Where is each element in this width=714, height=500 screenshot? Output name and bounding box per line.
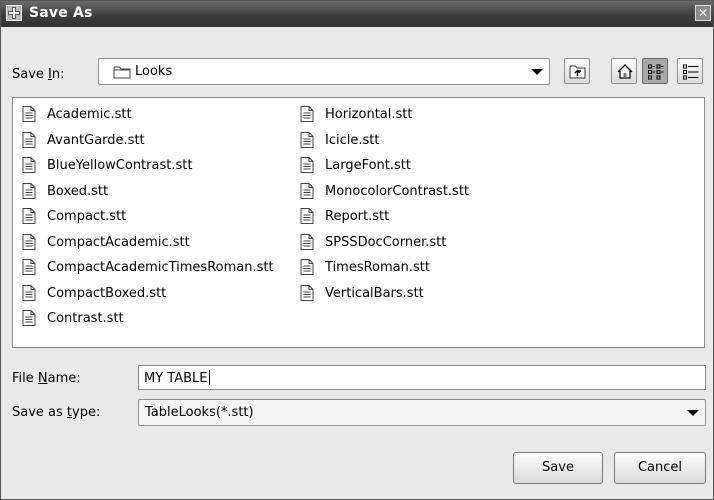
up-one-level-button[interactable] (564, 58, 590, 84)
document-icon (22, 157, 36, 177)
file-name-label-suffix: ame: (47, 371, 81, 386)
document-icon (22, 284, 36, 305)
save-in-dropdown[interactable]: Looks (98, 58, 550, 85)
app-icon (6, 5, 22, 21)
file-name-label-mnemonic: N (37, 371, 48, 386)
list-view-button[interactable] (642, 58, 668, 84)
save-as-dialog: Save As ✕ Save In: Looks Academic.stt Av… (0, 0, 714, 500)
details-view-button[interactable] (677, 58, 703, 84)
save-as-type-value: TableLooks(*.stt) (145, 405, 254, 420)
save-in-label: Save In: (12, 67, 65, 82)
save-as-type-label: Save as type: (12, 405, 100, 420)
file-name-text: Icicle.stt (325, 132, 380, 148)
file-name-text: Contrast.stt (47, 311, 124, 326)
file-name-text: Horizontal.stt (325, 107, 413, 122)
document-icon (22, 310, 36, 330)
close-icon: ✕ (697, 6, 709, 20)
document-icon (22, 106, 36, 126)
cancel-button[interactable]: Cancel (614, 452, 706, 484)
file-name-label: File Name: (12, 371, 81, 386)
file-name-text: LargeFont.stt (325, 158, 411, 173)
document-icon (22, 259, 36, 279)
home-button[interactable] (611, 58, 637, 84)
save-as-type-dropdown[interactable]: TableLooks(*.stt) (138, 399, 706, 426)
document-icon (300, 131, 314, 152)
list-view-icon (648, 64, 664, 80)
text-caret (208, 370, 210, 385)
title-bar[interactable]: Save As ✕ (1, 1, 713, 27)
file-name-text: BlueYellowContrast.stt (47, 158, 193, 173)
document-icon (22, 182, 36, 203)
file-name-text: MY TABLE (144, 371, 208, 386)
file-name-text: MonocolorContrast.stt (325, 183, 470, 199)
file-name-text: CompactAcademic.stt (47, 234, 190, 250)
file-list[interactable]: Academic.stt AvantGarde.stt BlueYellowCont… (12, 97, 705, 348)
file-name-text: Compact.stt (47, 209, 127, 224)
document-icon (300, 284, 314, 305)
file-name-text: TimesRoman.stt (325, 260, 430, 275)
up-one-level-icon (569, 65, 586, 79)
folder-icon (113, 65, 131, 83)
document-icon (22, 208, 36, 228)
file-name-text: AvantGarde.stt (47, 132, 145, 148)
document-icon (300, 106, 314, 126)
file-name-text: VerticalBars.stt (325, 285, 424, 301)
save-button[interactable]: Save (513, 452, 603, 484)
chevron-down-icon[interactable] (687, 410, 699, 416)
document-icon (300, 259, 314, 279)
save-in-label-suffix: n: (51, 67, 65, 82)
close-button[interactable]: ✕ (695, 5, 711, 21)
chevron-down-icon[interactable] (531, 69, 543, 75)
file-name-input[interactable]: MY TABLE (138, 365, 706, 390)
home-icon (617, 64, 633, 79)
file-name-text: Academic.stt (47, 107, 132, 122)
file-name-value: MY TABLE (144, 370, 210, 386)
document-icon (300, 182, 314, 203)
save-as-type-label-suffix: ype: (72, 405, 101, 420)
document-icon (300, 208, 314, 228)
file-name-text: Boxed.stt (47, 183, 109, 199)
document-icon (300, 157, 314, 177)
save-in-label-prefix: Save (12, 67, 49, 82)
file-name-label-prefix: File (12, 371, 38, 386)
window-title: Save As (29, 5, 93, 21)
file-name-text: CompactBoxed.stt (47, 285, 167, 301)
file-name-text: CompactAcademicTimesRoman.stt (47, 260, 274, 275)
document-icon (22, 233, 36, 254)
file-name-text: Report.stt (325, 209, 390, 224)
file-name-text: SPSSDocCorner.stt (325, 234, 447, 250)
document-icon (22, 131, 36, 152)
document-icon (300, 233, 314, 254)
save-in-value: Looks (135, 64, 173, 79)
details-view-icon (683, 64, 699, 80)
save-as-type-label-prefix: Save as (12, 405, 67, 420)
